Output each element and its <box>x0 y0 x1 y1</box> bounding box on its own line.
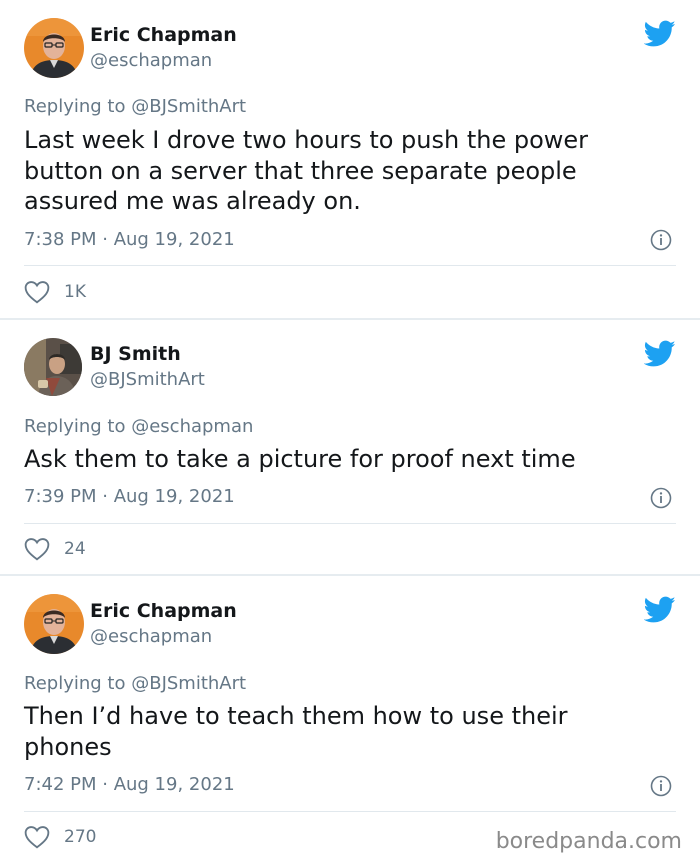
replying-to-link[interactable]: @BJSmithArt <box>131 673 246 694</box>
replying-prefix: Replying to <box>24 96 126 117</box>
like-count: 270 <box>64 827 97 847</box>
replying-prefix: Replying to <box>24 416 126 437</box>
author-handle[interactable]: @BJSmithArt <box>90 368 205 392</box>
author-name[interactable]: Eric Chapman <box>90 598 237 624</box>
author-handle[interactable]: @eschapman <box>90 625 212 649</box>
heart-icon[interactable] <box>24 537 50 561</box>
tweet-text: Last week I drove two hours to push the … <box>24 126 589 215</box>
divider <box>24 523 676 524</box>
like-action[interactable]: 24 <box>24 536 86 562</box>
like-count: 1K <box>64 282 86 302</box>
replying-to-line: Replying to @eschapman <box>24 414 253 440</box>
avatar-eric-image <box>24 18 84 78</box>
heart-icon[interactable] <box>24 825 50 849</box>
tweet-timestamp[interactable]: 7:42 PM · Aug 19, 2021 <box>24 773 235 797</box>
info-icon[interactable] <box>650 775 672 797</box>
twitter-bird-icon[interactable] <box>644 596 676 624</box>
tweet-card-2: BJ Smith @BJSmithArt Replying to @eschap… <box>0 320 700 574</box>
replying-to-link[interactable]: @BJSmithArt <box>131 96 246 117</box>
replying-to-line: Replying to @BJSmithArt <box>24 671 246 697</box>
twitter-bird-icon[interactable] <box>644 20 676 48</box>
tweet-text: Then I’d have to teach them how to use t… <box>24 702 568 761</box>
like-action[interactable]: 270 <box>24 824 96 850</box>
like-action[interactable]: 1K <box>24 279 86 305</box>
tweet-timestamp[interactable]: 7:39 PM · Aug 19, 2021 <box>24 485 235 509</box>
divider <box>24 265 676 266</box>
author-name[interactable]: BJ Smith <box>90 341 181 367</box>
tweet-timestamp[interactable]: 7:38 PM · Aug 19, 2021 <box>24 228 235 252</box>
divider <box>24 811 676 812</box>
tweet-text: Ask them to take a picture for proof nex… <box>24 445 576 473</box>
info-icon[interactable] <box>650 229 672 251</box>
tweet-card-3: Eric Chapman @eschapman Replying to @BJS… <box>0 576 700 864</box>
replying-to-link[interactable]: @eschapman <box>131 416 253 437</box>
author-name[interactable]: Eric Chapman <box>90 22 237 48</box>
like-count: 24 <box>64 539 86 559</box>
avatar[interactable] <box>24 594 84 654</box>
avatar-eric-image <box>24 594 84 654</box>
heart-icon[interactable] <box>24 280 50 304</box>
avatar-bj-image <box>24 338 82 396</box>
avatar[interactable] <box>24 338 82 396</box>
info-icon[interactable] <box>650 487 672 509</box>
twitter-bird-icon[interactable] <box>644 340 676 368</box>
replying-prefix: Replying to <box>24 673 126 694</box>
watermark: boredpanda.com <box>495 829 682 854</box>
avatar[interactable] <box>24 18 84 78</box>
author-handle[interactable]: @eschapman <box>90 49 212 73</box>
replying-to-line: Replying to @BJSmithArt <box>24 94 246 120</box>
tweet-card-1: Eric Chapman @eschapman Replying to @BJS… <box>0 0 700 318</box>
